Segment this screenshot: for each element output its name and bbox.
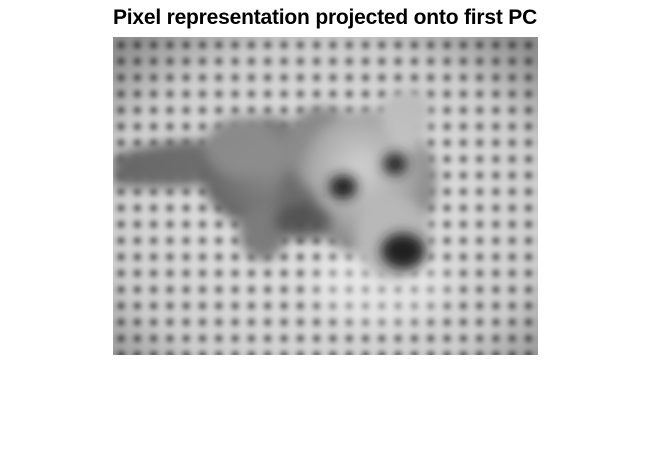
projected-image-canvas (113, 37, 538, 355)
plot-title: Pixel representation projected onto firs… (112, 6, 538, 29)
figure-window: Pixel representation projected onto firs… (0, 0, 650, 454)
projected-image (113, 37, 538, 355)
